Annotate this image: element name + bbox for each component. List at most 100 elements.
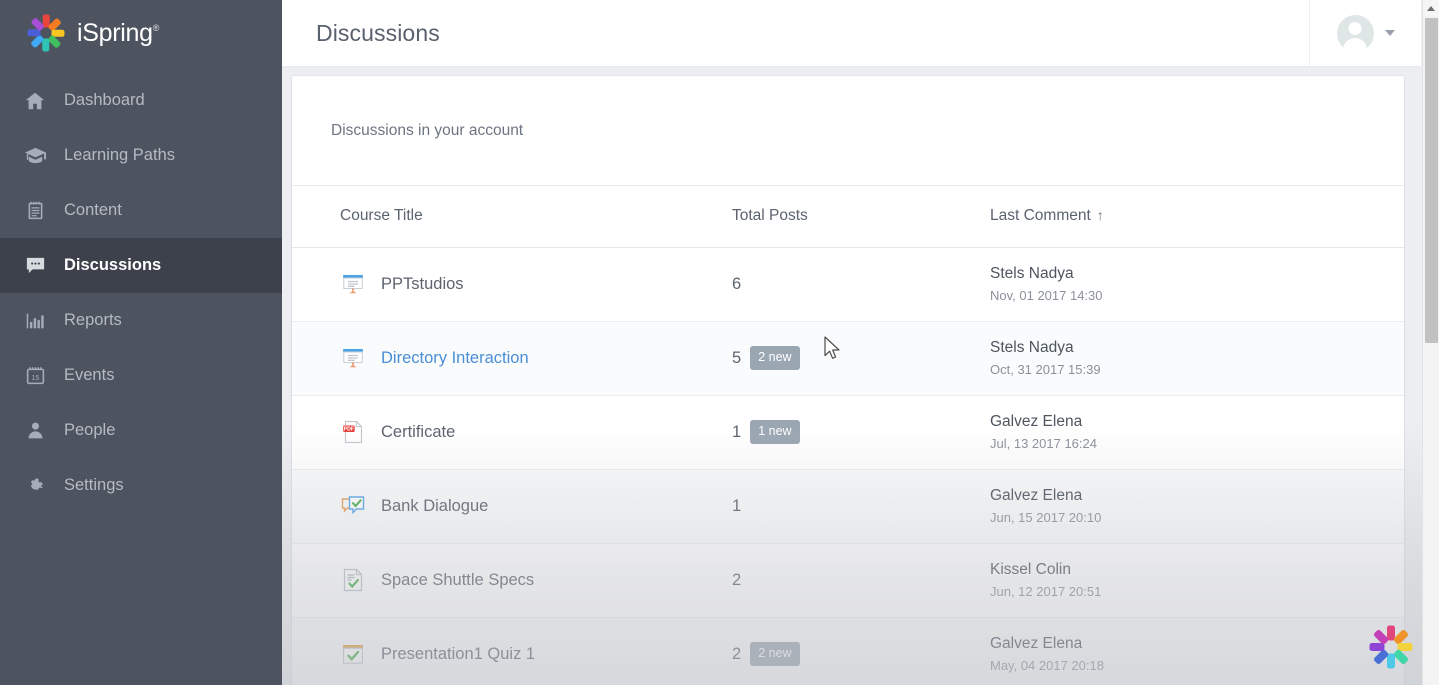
posts-cell-wrapper: 1 1 new: [732, 420, 990, 444]
card-intro-text: Discussions in your account: [331, 122, 523, 140]
new-posts-badge[interactable]: 2 new: [750, 642, 799, 666]
sidebar-item-label: Dashboard: [64, 91, 145, 110]
sidebar-item-learning-paths[interactable]: Learning Paths: [0, 128, 282, 183]
last-comment-date: Jul, 13 2017 16:24: [990, 436, 1404, 451]
sidebar-item-people[interactable]: People: [0, 403, 282, 458]
sidebar-item-events[interactable]: 15 Events: [0, 348, 282, 403]
sidebar-item-label: Settings: [64, 476, 124, 495]
sidebar-item-label: Reports: [64, 311, 122, 330]
sort-ascending-icon[interactable]: ↑: [1097, 207, 1104, 223]
cell-last-comment: Galvez ElenaMay, 04 2017 20:18: [990, 617, 1404, 685]
sidebar-item-content[interactable]: Content: [0, 183, 282, 238]
sidebar-item-settings[interactable]: Settings: [0, 458, 282, 513]
cell-course-title: Directory Interaction: [292, 321, 732, 395]
document-quiz-icon: [340, 567, 366, 593]
sidebar-item-label: Discussions: [64, 256, 161, 275]
table-row[interactable]: PPTstudios6Stels NadyaNov, 01 2017 14:30: [292, 247, 1404, 321]
posts-cell-wrapper: 2: [732, 571, 990, 590]
table-row[interactable]: Presentation1 Quiz 12 2 new Galvez ElenaMa…: [292, 617, 1404, 685]
table-row[interactable]: Bank Dialogue1Galvez Elena Jun, 15 2017 2…: [292, 469, 1404, 543]
ispring-logo-icon: [24, 11, 68, 55]
column-header-total-posts[interactable]: Total Posts: [732, 186, 990, 247]
posts-cell-wrapper: 6: [732, 275, 990, 294]
table-header-row: Course Title Total Posts Last Comment↑: [292, 186, 1404, 247]
sidebar-item-label: Content: [64, 201, 122, 220]
scrollbar-thumb[interactable]: [1425, 18, 1438, 343]
last-comment-author: Galvez Elena: [990, 635, 1404, 653]
last-comment-author: Stels Nadya: [990, 339, 1404, 357]
cell-course-title: PDFCertificate: [292, 395, 732, 469]
total-posts-count: 5: [732, 349, 741, 368]
brand-trademark: ®: [153, 23, 159, 33]
last-comment-author: Kissel Colin: [990, 561, 1404, 579]
user-avatar-icon: [1337, 15, 1374, 52]
page-scrollbar[interactable]: [1422, 0, 1439, 685]
svg-text:15: 15: [31, 375, 39, 382]
notepad-icon: [22, 198, 48, 224]
last-comment-date: Jun, 12 2017 20:51: [990, 584, 1404, 599]
last-comment-author: Galvez Elena: [990, 487, 1404, 505]
new-posts-badge[interactable]: 1 new: [750, 420, 799, 444]
graduation-icon: [22, 143, 48, 169]
table-row[interactable]: Space Shuttle Specs 2Kissel Colin Jun, 12 …: [292, 543, 1404, 617]
sidebar-item-label: Learning Paths: [64, 146, 175, 165]
bar-chart-icon: [22, 308, 48, 334]
course-title-text: Space Shuttle Specs: [381, 571, 534, 590]
new-posts-badge[interactable]: 2 new: [750, 346, 799, 370]
cell-total-posts: 1: [732, 469, 990, 543]
chevron-down-icon[interactable]: [1385, 30, 1395, 36]
table-row[interactable]: PDFCertificate1 1 new Galvez ElenaJul, 13 …: [292, 395, 1404, 469]
logo-petal: [1393, 649, 1409, 665]
sidebar-item-label: Events: [64, 366, 114, 385]
sidebar-item-discussions[interactable]: Discussions: [0, 238, 282, 293]
user-menu-button[interactable]: [1309, 0, 1421, 67]
cell-total-posts: 1 1 new: [732, 395, 990, 469]
brand-name-text: iSpring: [77, 19, 153, 47]
sidebar-item-reports[interactable]: Reports: [0, 293, 282, 348]
discussions-table: Course Title Total Posts Last Comment↑ P…: [292, 186, 1404, 685]
content-area: Discussions in your account Course Title…: [282, 67, 1421, 685]
posts-cell-wrapper: 5 2 new: [732, 346, 990, 370]
avatar-body: [1343, 38, 1367, 52]
dialogue-quiz-icon: [340, 493, 366, 519]
logo-petal: [48, 35, 62, 49]
quiz-file-icon: [340, 641, 366, 667]
top-bar: Discussions: [282, 0, 1421, 67]
total-posts-count: 1: [732, 423, 741, 442]
presentation-file-icon: [340, 271, 366, 297]
sidebar-item-label: People: [64, 421, 115, 440]
column-header-course-title[interactable]: Course Title: [292, 186, 732, 247]
course-title-wrapper: Presentation1 Quiz 1: [340, 641, 732, 667]
page-title: Discussions: [316, 20, 440, 47]
pdf-file-icon: PDF: [340, 419, 366, 445]
chat-bubble-icon: [22, 253, 48, 279]
card-intro: Discussions in your account: [292, 76, 1404, 186]
cell-last-comment: Stels Nadya Oct, 31 2017 15:39: [990, 321, 1404, 395]
person-icon: [22, 418, 48, 444]
calendar-icon: 15: [22, 363, 48, 389]
course-title-text[interactable]: Directory Interaction: [381, 349, 529, 368]
total-posts-count: 6: [732, 275, 741, 294]
svg-text:PDF: PDF: [344, 427, 354, 433]
gear-icon: [22, 473, 48, 499]
sidebar-item-dashboard[interactable]: Dashboard: [0, 73, 282, 128]
course-title-wrapper: Space Shuttle Specs: [340, 567, 732, 593]
column-header-last-comment[interactable]: Last Comment↑: [990, 186, 1404, 247]
brand-logo-area[interactable]: iSpring®: [0, 0, 282, 66]
course-title-wrapper: Directory Interaction: [340, 345, 732, 371]
sidebar-nav: Dashboard Learning Paths Content Discussion…: [0, 73, 282, 513]
course-title-text: PPTstudios: [381, 275, 464, 294]
home-icon: [22, 88, 48, 114]
last-comment-date: Oct, 31 2017 15:39: [990, 362, 1404, 377]
course-title-wrapper: Bank Dialogue: [340, 493, 732, 519]
last-comment-date: Jun, 15 2017 20:10: [990, 510, 1404, 525]
ispring-pinwheel-icon: [1365, 621, 1417, 673]
total-posts-count: 2: [732, 645, 741, 664]
last-comment-author: Stels Nadya: [990, 265, 1404, 283]
logo-petal: [1387, 654, 1395, 669]
cell-last-comment: Galvez ElenaJul, 13 2017 16:24: [990, 395, 1404, 469]
scroll-up-arrow-icon[interactable]: [1423, 0, 1439, 16]
table-row[interactable]: Directory Interaction 5 2 new Stels Nadya Oc…: [292, 321, 1404, 395]
cell-total-posts: 6: [732, 247, 990, 321]
cell-total-posts: 2 2 new: [732, 617, 990, 685]
